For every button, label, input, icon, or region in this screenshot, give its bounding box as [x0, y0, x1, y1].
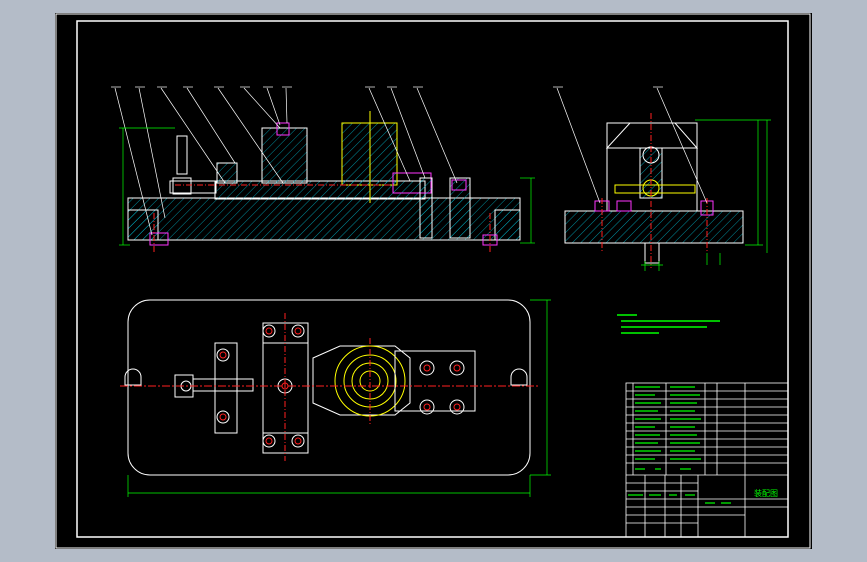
- outer-border: [55, 13, 811, 549]
- drawing-title: 装配图: [754, 488, 778, 498]
- assembly-drawing: 装配图: [55, 13, 811, 549]
- parts-list-and-title-block: [625, 382, 789, 538]
- cad-viewport[interactable]: 装配图: [55, 13, 812, 549]
- front-view: [111, 86, 535, 253]
- parts-list-text-marks: [628, 386, 731, 504]
- side-view: [553, 86, 771, 271]
- top-view: [120, 299, 551, 497]
- technical-notes: [617, 314, 720, 334]
